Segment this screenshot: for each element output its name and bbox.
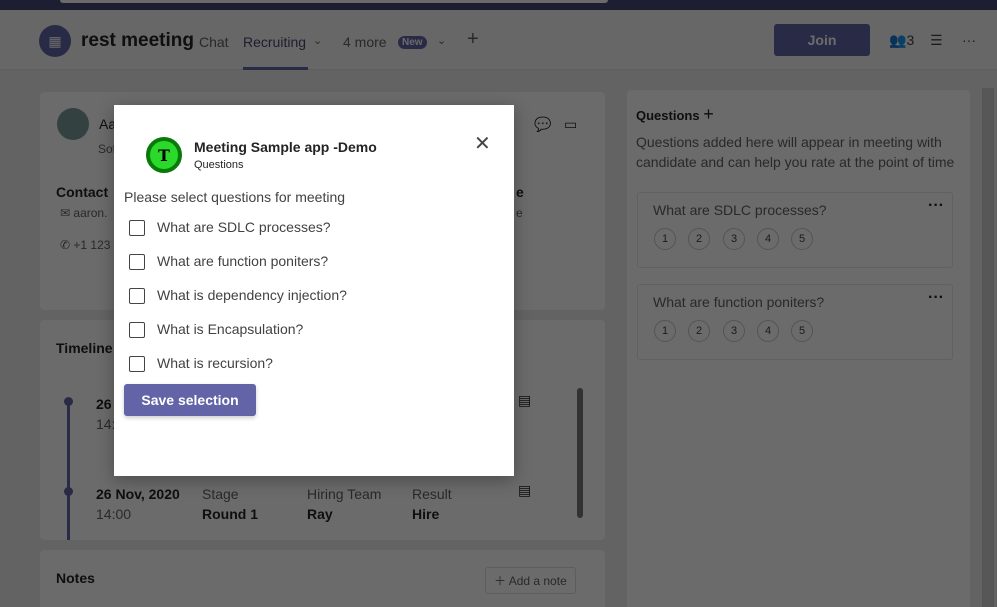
calendar-icon: ▦	[39, 25, 71, 57]
add-question-icon[interactable]: +	[703, 104, 714, 124]
email[interactable]: ✉ aaron.	[60, 206, 107, 220]
rating-2[interactable]: 2	[688, 228, 710, 250]
entry-date: 26 Nov, 2020	[96, 486, 180, 502]
add-tab-icon[interactable]: +	[467, 28, 479, 51]
checkbox-dependency-injection[interactable]	[129, 288, 145, 304]
tab-more[interactable]: 4 more	[343, 34, 387, 50]
result-label: Result	[412, 486, 452, 502]
add-note-label: Add a note	[508, 574, 567, 588]
active-tab-indicator	[243, 67, 308, 70]
more-options-icon[interactable]: ···	[962, 32, 976, 48]
option-label[interactable]: What is recursion?	[157, 355, 273, 371]
participants-button[interactable]: 👥3	[889, 32, 914, 49]
entry-time: 14:00	[96, 506, 132, 522]
rating-4[interactable]: 4	[757, 228, 779, 250]
chevron-down-icon[interactable]: ⌄	[313, 34, 322, 47]
timeline-title: Timeline	[56, 340, 113, 356]
notes-icon[interactable]: ▤	[518, 482, 531, 499]
questions-title: Questions +	[636, 104, 714, 125]
option-label[interactable]: What are SDLC processes?	[157, 219, 331, 235]
dialog-prompt: Please select questions for meeting	[124, 189, 346, 205]
chat-icon[interactable]: 💬	[534, 116, 551, 133]
email-text: aaron.	[73, 206, 108, 220]
rating-2[interactable]: 2	[688, 320, 710, 342]
dialog-subtitle: Questions	[194, 159, 244, 171]
option-label[interactable]: What is Encapsulation?	[157, 321, 303, 337]
plus-icon: ＋	[494, 574, 509, 588]
mail-icon: ✉	[60, 206, 74, 220]
select-questions-dialog: T Meeting Sample app -Demo Questions ✕ P…	[114, 105, 514, 476]
phone-icon: ✆	[60, 238, 74, 252]
rating-4[interactable]: 4	[757, 320, 779, 342]
questions-title-text: Questions	[636, 108, 700, 123]
rating-3[interactable]: 3	[723, 228, 745, 250]
question-card: What are SDLC processes? ··· 1 2 3 4 5	[637, 192, 953, 268]
top-bar	[0, 0, 997, 10]
close-icon[interactable]: ✕	[474, 131, 491, 156]
stage-value: Round 1	[202, 506, 258, 522]
logo-letter: T	[158, 145, 170, 165]
new-badge: New	[398, 36, 427, 49]
question-text: What are function poniters?	[653, 294, 825, 310]
checkbox-function-pointers[interactable]	[129, 254, 145, 270]
search-bar[interactable]	[60, 0, 608, 3]
more-options-icon[interactable]: ···	[928, 197, 944, 215]
field-label: e	[516, 184, 524, 200]
phone-text: +1 123	[73, 238, 111, 252]
avatar	[57, 108, 89, 140]
dialog-title: Meeting Sample app -Demo	[194, 139, 377, 155]
rating-5[interactable]: 5	[791, 320, 813, 342]
rating-5[interactable]: 5	[791, 228, 813, 250]
participants-count: 3	[906, 32, 915, 48]
page-scrollbar[interactable]	[982, 88, 994, 607]
notes-card: Notes ＋ Add a note	[40, 550, 605, 607]
result-value: Hire	[412, 506, 440, 522]
questions-description: Questions added here will appear in meet…	[636, 134, 955, 170]
join-button[interactable]: Join	[774, 24, 870, 56]
timeline-dot	[64, 487, 73, 496]
rating-1[interactable]: 1	[654, 320, 676, 342]
checkbox-recursion[interactable]	[129, 356, 145, 372]
tab-chat[interactable]: Chat	[199, 34, 229, 50]
more-options-icon[interactable]: ···	[928, 289, 944, 307]
checkbox-sdlc[interactable]	[129, 220, 145, 236]
chevron-down-icon[interactable]: ⌄	[437, 34, 446, 47]
notes-title: Notes	[56, 570, 95, 586]
tab-recruiting[interactable]: Recruiting	[243, 34, 306, 50]
question-text: What are SDLC processes?	[653, 202, 827, 218]
list-icon[interactable]: ☰	[930, 32, 943, 49]
team-value: Ray	[307, 506, 333, 522]
app-logo: T	[146, 137, 182, 173]
add-note-button[interactable]: ＋ Add a note	[485, 567, 576, 594]
meeting-title: rest meeting	[81, 30, 194, 51]
scrollbar[interactable]	[577, 388, 583, 518]
participants-icon: 👥	[889, 32, 907, 48]
option-label[interactable]: What are function poniters?	[157, 253, 328, 269]
notes-icon[interactable]: ▤	[518, 392, 531, 409]
timeline-dot	[64, 397, 73, 406]
phone[interactable]: ✆ +1 123	[60, 238, 110, 252]
rating-1[interactable]: 1	[654, 228, 676, 250]
contact-label: Contact	[56, 184, 109, 200]
entry-date: 26	[96, 396, 112, 412]
checkbox-encapsulation[interactable]	[129, 322, 145, 338]
field-value: e	[516, 206, 523, 220]
stage-label: Stage	[202, 486, 239, 502]
meeting-header: ▦ rest meeting Chat Recruiting ⌄ 4 more …	[0, 10, 997, 70]
video-icon[interactable]: ▭	[564, 116, 577, 133]
save-selection-button[interactable]: Save selection	[124, 384, 256, 416]
question-card: What are function poniters? ··· 1 2 3 4 …	[637, 284, 953, 360]
team-label: Hiring Team	[307, 486, 382, 502]
rating-3[interactable]: 3	[723, 320, 745, 342]
timeline-line	[67, 400, 70, 540]
entry-time: 14:	[96, 416, 116, 432]
option-label[interactable]: What is dependency injection?	[157, 287, 347, 303]
